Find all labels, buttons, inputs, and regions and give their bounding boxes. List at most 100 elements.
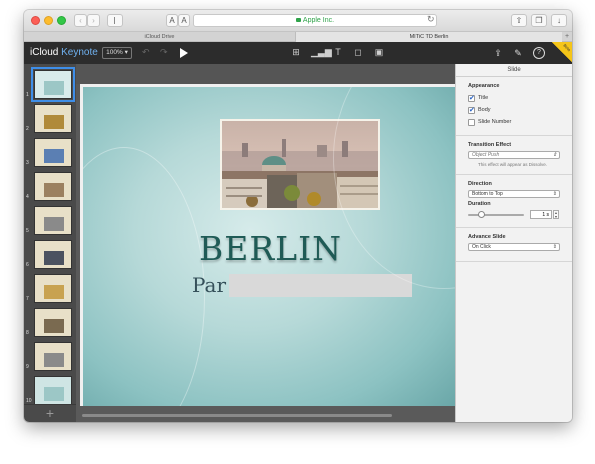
collaborate-share-icon[interactable]: ⇪ (492, 47, 504, 59)
slide-thumbnail[interactable] (34, 274, 72, 303)
sidebar-toggle-icon[interactable] (107, 14, 123, 27)
media-icon[interactable]: ▣ (373, 47, 385, 58)
thumbnail-image (44, 251, 64, 265)
thumbnail-image (44, 387, 64, 401)
checkbox-checked-icon (468, 106, 475, 114)
berlin-skyline-image (222, 121, 378, 208)
transition-label: Transition Effect (468, 142, 512, 148)
select-arrows-icon: ⇕ (552, 244, 557, 250)
body-checkbox-label: Body (478, 107, 491, 113)
direction-label: Direction (468, 181, 492, 187)
address-text: Apple Inc. (302, 17, 335, 24)
browser-window: ‹ › A A Apple Inc. ↻ ⇧ ❐ ↓ iCloud Drive … (24, 10, 572, 422)
direction-select[interactable]: Bottom to Top ⇕ (468, 190, 560, 198)
advance-select[interactable]: On Click ⇕ (468, 243, 560, 251)
appearance-label: Appearance (468, 83, 500, 89)
minimize-window-button[interactable] (44, 16, 53, 25)
text-larger-button[interactable]: A (178, 14, 190, 27)
shape-icon[interactable]: ◻ (352, 47, 364, 58)
slide-thumbnail[interactable] (34, 138, 72, 167)
zoom-value: 100% (106, 49, 123, 56)
berlin-photo[interactable] (220, 119, 380, 210)
title-checkbox-label: Title (478, 95, 489, 101)
redo-icon[interactable]: ↷ (160, 47, 168, 58)
chart-icon[interactable]: ▁▃▆ (311, 47, 332, 58)
duration-slider-knob[interactable] (478, 211, 485, 218)
tab-bar: iCloud Drive MITiC TD Berlin + (24, 32, 572, 42)
checkbox-unchecked-icon (468, 118, 475, 126)
reload-icon[interactable]: ↻ (427, 14, 435, 25)
help-icon[interactable]: ? (533, 47, 545, 59)
wrench-icon[interactable]: ✎ (512, 47, 524, 59)
slide[interactable]: BERLIN Par (80, 84, 455, 406)
slide-thumbnail[interactable] (31, 67, 75, 102)
slide-thumbnail[interactable] (34, 172, 72, 201)
forward-button[interactable]: › (87, 14, 100, 27)
slide-thumb-number: 7 (26, 296, 29, 302)
slide-thumb-number: 6 (26, 262, 29, 268)
new-tab-icon[interactable]: + (562, 32, 572, 42)
address-bar[interactable]: Apple Inc. (193, 14, 437, 27)
thumbnail-image (44, 353, 64, 367)
slide-body-text[interactable]: Par (192, 273, 226, 297)
advance-label: Advance Slide (468, 234, 506, 240)
show-tabs-icon[interactable]: ❐ (531, 14, 547, 27)
undo-icon[interactable]: ↶ (142, 47, 150, 58)
back-button[interactable]: ‹ (74, 14, 87, 27)
duration-label: Duration (468, 201, 491, 207)
slide-thumbnail[interactable] (34, 308, 72, 337)
thumbnail-image (44, 217, 64, 231)
slide-thumbnail[interactable] (34, 240, 72, 269)
inspector-panel: Slide Appearance Title Body Slide Number… (455, 64, 572, 422)
slide-title[interactable]: BERLIN (83, 229, 455, 268)
select-arrows-icon: ⇕ (552, 152, 557, 158)
zoom-select[interactable]: 100% ▾ (102, 47, 132, 59)
direction-duration-section: Direction Bottom to Top ⇕ Duration 1 s ▲ ▼ (456, 175, 572, 228)
add-slide-button[interactable]: + (24, 404, 76, 422)
play-icon[interactable] (180, 48, 188, 58)
direction-value: Bottom to Top (472, 191, 503, 197)
app-name: Keynote (61, 47, 98, 58)
appearance-section: Appearance Title Body Slide Number (456, 77, 572, 136)
slide-thumbnail[interactable] (34, 342, 72, 371)
slide-thumbnail[interactable] (34, 104, 72, 133)
duration-control: 1 s ▲ ▼ (468, 210, 560, 220)
zoom-window-button[interactable] (57, 16, 66, 25)
beta-ribbon: Beta (552, 42, 572, 62)
slide-thumb-number: 2 (26, 126, 29, 132)
tab-keynote-document[interactable]: MITiC TD Berlin (296, 32, 562, 42)
table-icon[interactable]: ⊞ (290, 47, 302, 58)
select-arrows-icon: ⇕ (552, 191, 557, 197)
slide-thumb-number: 4 (26, 194, 29, 200)
app-logo: iCloud Keynote (30, 47, 98, 58)
close-window-button[interactable] (31, 16, 40, 25)
transition-select[interactable]: Object Push ⇕ (468, 151, 560, 159)
slide-thumb-number: 3 (26, 160, 29, 166)
body-checkbox[interactable]: Body (468, 104, 560, 116)
transition-value: Object Push (472, 152, 500, 158)
duration-field[interactable]: 1 s (530, 210, 552, 219)
slide-number-checkbox[interactable]: Slide Number (468, 116, 560, 128)
horizontal-scrollbar[interactable] (76, 409, 455, 422)
slide-canvas: BERLIN Par (76, 64, 455, 422)
text-smaller-button[interactable]: A (166, 14, 178, 27)
lock-icon (295, 18, 301, 22)
duration-stepper[interactable]: ▲ ▼ (553, 210, 559, 219)
thumbnail-image (44, 81, 64, 95)
app-brand: iCloud (30, 47, 59, 58)
tab-icloud-drive[interactable]: iCloud Drive (24, 32, 296, 42)
beta-label: Beta (562, 42, 572, 53)
keynote-toolbar: iCloud Keynote 100% ▾ ↶ ↷ ⊞ ▁▃▆ T ◻ ▣ ⇪ … (24, 42, 572, 64)
safari-toolbar: ‹ › A A Apple Inc. ↻ ⇧ ❐ ↓ (24, 10, 572, 32)
slide-thumbnails: 1 2 3 4 5 6 7 8 9 10 (24, 64, 76, 405)
inspector-tab-slide[interactable]: Slide (456, 64, 572, 77)
duration-slider[interactable] (468, 214, 524, 216)
slide-thumb-number: 5 (26, 228, 29, 234)
slide-thumbnail[interactable] (34, 376, 72, 405)
text-icon[interactable]: T (332, 47, 344, 58)
scrollbar-thumb[interactable] (82, 414, 392, 417)
share-icon[interactable]: ⇧ (511, 14, 527, 27)
slide-thumbnail[interactable] (34, 206, 72, 235)
title-checkbox[interactable]: Title (468, 92, 560, 104)
downloads-icon[interactable]: ↓ (551, 14, 567, 27)
